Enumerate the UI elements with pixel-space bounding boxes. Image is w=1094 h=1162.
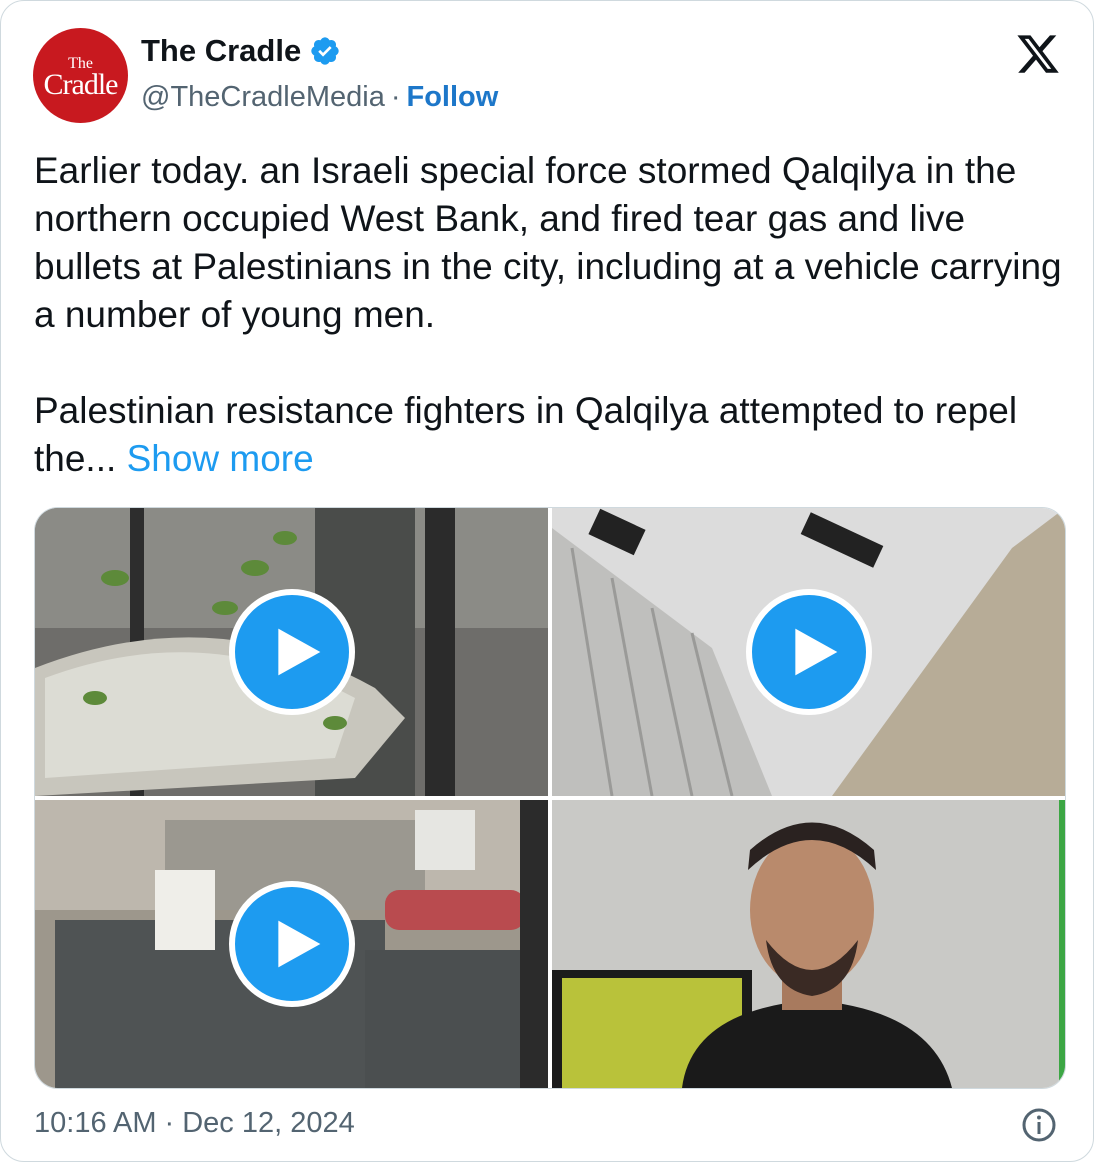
author-name[interactable]: The Cradle xyxy=(141,33,301,69)
author-handle[interactable]: @TheCradleMedia xyxy=(141,81,385,114)
media-grid xyxy=(34,507,1066,1089)
tweet-card: The Cradle The Cradle @TheCradleMedia · … xyxy=(0,0,1094,1162)
tweet-date[interactable]: Dec 12, 2024 xyxy=(182,1107,355,1140)
portrait-image xyxy=(552,800,1065,1088)
x-logo-icon[interactable] xyxy=(1015,31,1061,77)
avatar[interactable]: The Cradle xyxy=(33,28,128,123)
play-button[interactable] xyxy=(228,589,355,715)
footer-separator: · xyxy=(164,1107,175,1139)
media-video-2[interactable] xyxy=(552,508,1065,796)
info-icon[interactable] xyxy=(1021,1107,1057,1143)
play-icon xyxy=(794,628,837,676)
media-video-3[interactable] xyxy=(35,800,548,1088)
play-icon xyxy=(277,628,320,676)
avatar-text-bottom: Cradle xyxy=(43,67,119,101)
author-name-row: The Cradle xyxy=(141,33,341,69)
verified-badge-icon xyxy=(311,37,339,65)
tweet-body: Earlier today. an Israeli special force … xyxy=(34,150,1062,479)
media-video-1[interactable] xyxy=(35,508,548,796)
tweet-time[interactable]: 10:16 AM xyxy=(34,1107,157,1140)
tweet-text: Earlier today. an Israeli special force … xyxy=(34,147,1074,483)
follow-button[interactable]: Follow xyxy=(407,81,499,114)
show-more-link[interactable]: Show more xyxy=(127,438,314,479)
author-handle-row: @TheCradleMedia · Follow xyxy=(141,81,498,114)
play-button[interactable] xyxy=(228,881,355,1007)
tweet-footer: 10:16 AM · Dec 12, 2024 xyxy=(34,1107,355,1140)
play-icon xyxy=(277,920,320,968)
play-button[interactable] xyxy=(745,589,872,715)
media-image-portrait[interactable] xyxy=(552,800,1065,1088)
handle-separator: · xyxy=(390,81,401,113)
